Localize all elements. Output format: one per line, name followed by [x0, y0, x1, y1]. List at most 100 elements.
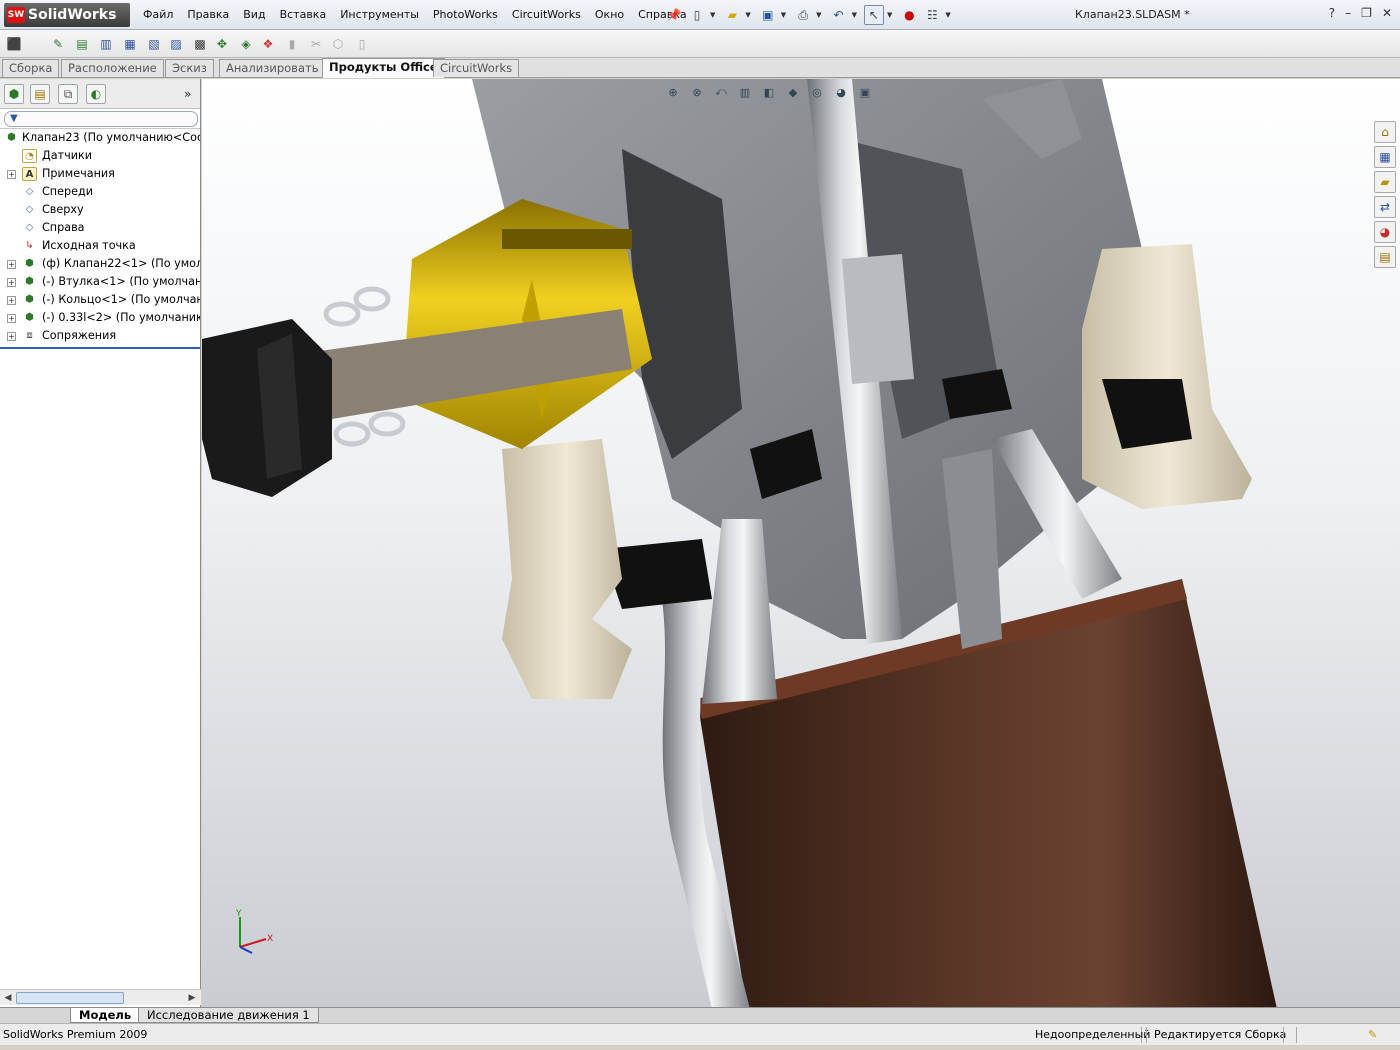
menu-edit[interactable]: Правка: [180, 8, 236, 21]
tab-office-products[interactable]: Продукты Office: [322, 58, 445, 78]
expand-toggle-icon[interactable]: +: [7, 278, 16, 287]
new-assembly-icon[interactable]: ▦: [120, 34, 140, 54]
tab-model[interactable]: Модель: [70, 1008, 141, 1023]
tree-item-component-koltso[interactable]: + ⬢ (-) Кольцо<1> (По умолчанию): [0, 291, 200, 309]
tree-root-assembly[interactable]: ⬢ Клапан23 (По умолчанию<Состоя: [0, 129, 200, 147]
restore-button[interactable]: ❐: [1361, 6, 1372, 20]
menu-photoworks[interactable]: PhotoWorks: [426, 8, 505, 21]
section-view-icon[interactable]: ▥: [736, 83, 754, 101]
menu-tools[interactable]: Инструменты: [333, 8, 426, 21]
print-dropdown-icon[interactable]: ▼: [816, 11, 821, 19]
select-cursor-icon[interactable]: ↖: [863, 5, 884, 25]
model-render[interactable]: [202, 79, 1400, 1007]
file-explorer-icon[interactable]: ▰: [1374, 171, 1396, 193]
display-style-icon[interactable]: ◆: [784, 83, 802, 101]
show-hidden-icon[interactable]: ◈: [236, 34, 256, 54]
expand-toggle-icon[interactable]: +: [7, 170, 16, 179]
property-manager-icon[interactable]: ▤: [30, 84, 50, 104]
zoom-to-fit-icon[interactable]: ⊕: [664, 83, 682, 101]
edit-component-icon[interactable]: ✎: [48, 34, 68, 54]
tab-layout[interactable]: Расположение: [61, 59, 164, 77]
view-orientation-icon[interactable]: ◧: [760, 83, 778, 101]
tree-horizontal-scrollbar[interactable]: ◀ ▶: [0, 989, 201, 1005]
tree-item-component-vtulka[interactable]: + ⬢ (-) Втулка<1> (По умолчанию): [0, 273, 200, 291]
mate-icon[interactable]: ▧: [144, 34, 164, 54]
assembly-features-icon[interactable]: ❖: [258, 34, 278, 54]
bottle-body[interactable]: [697, 579, 1277, 1007]
plastic-housing-left[interactable]: [502, 439, 632, 699]
tree-item-component-klapan22[interactable]: + ⬢ (ф) Клапан22<1> (По умолчани: [0, 255, 200, 273]
expand-toggle-icon[interactable]: +: [7, 314, 16, 323]
tree-item-origin[interactable]: ↳ Исходная точка: [0, 237, 200, 255]
plastic-housing-right[interactable]: [1082, 244, 1252, 509]
viewport-minimize-button[interactable]: –: [1341, 79, 1347, 80]
menu-file[interactable]: Файл: [136, 8, 180, 21]
display-manager-icon[interactable]: ◐: [86, 84, 106, 104]
close-button[interactable]: ✕: [1382, 6, 1392, 20]
undo-dropdown-icon[interactable]: ▼: [852, 11, 857, 19]
menu-circuitworks[interactable]: CircuitWorks: [505, 8, 588, 21]
apply-scene-icon[interactable]: ▣: [856, 83, 874, 101]
tree-item-mates[interactable]: + ⧈ Сопряжения: [0, 327, 200, 345]
solidworks-menu-icon[interactable]: ⬛: [4, 34, 24, 54]
tree-item-right-plane[interactable]: ◇ Справа: [0, 219, 200, 237]
tree-item-sensors[interactable]: ◔ Датчики: [0, 147, 200, 165]
tree-item-front-plane[interactable]: ◇ Спереди: [0, 183, 200, 201]
tree-item-component-bottle[interactable]: + ⬢ (-) 0.33l<2> (По умолчанию): [0, 309, 200, 327]
select-dropdown-icon[interactable]: ▼: [887, 11, 892, 19]
tooltip-toggle-icon[interactable]: ✎: [1368, 1028, 1377, 1041]
tab-evaluate[interactable]: Анализировать: [219, 59, 326, 77]
new-part-icon[interactable]: ▥: [96, 34, 116, 54]
solidworks-resources-icon[interactable]: ⌂: [1374, 121, 1396, 143]
open-folder-icon[interactable]: ▰: [722, 5, 742, 25]
print-icon[interactable]: ⎙: [793, 5, 813, 25]
menu-insert[interactable]: Вставка: [273, 8, 334, 21]
scroll-left-icon[interactable]: ◀: [1, 991, 15, 1005]
solidworks-logo[interactable]: SW SolidWorks: [4, 3, 130, 27]
scroll-right-icon[interactable]: ▶: [185, 991, 199, 1005]
menu-view[interactable]: Вид: [236, 8, 272, 21]
move-component-icon[interactable]: ✥: [212, 34, 232, 54]
open-dropdown-icon[interactable]: ▼: [745, 11, 750, 19]
options-dropdown-icon[interactable]: ▼: [945, 11, 950, 19]
pin-icon[interactable]: 📌: [664, 5, 684, 25]
filter-icon[interactable]: ▼: [10, 113, 18, 124]
linear-pattern-icon[interactable]: ▨: [166, 34, 186, 54]
undo-icon[interactable]: ↶: [829, 5, 849, 25]
view-palette-icon[interactable]: ⇄: [1374, 196, 1396, 218]
tab-motion-study[interactable]: Исследование движения 1: [138, 1008, 319, 1023]
tree-filter-input[interactable]: ▼: [4, 111, 198, 127]
viewport-restore-button[interactable]: ❐: [1359, 79, 1369, 80]
graphics-viewport[interactable]: ⊕ ⊗ ⤺ ▥ ◧ ◆ ◎ ◕ ▣ – ❐ ✕ ⌂ ▦ ▰ ⇄ ◕ ▤ Y: [202, 79, 1400, 1007]
menu-window[interactable]: Окно: [588, 8, 631, 21]
appearances-scenes-icon[interactable]: ◕: [1374, 221, 1396, 243]
minimize-button[interactable]: –: [1345, 6, 1351, 20]
tab-circuitworks[interactable]: CircuitWorks: [433, 59, 520, 77]
smart-fasteners-icon[interactable]: ▩: [190, 34, 210, 54]
rebuild-traffic-light-icon[interactable]: ●: [899, 5, 919, 25]
configuration-manager-icon[interactable]: ⧉: [58, 84, 78, 104]
new-document-icon[interactable]: ▯: [687, 5, 707, 25]
hide-show-items-icon[interactable]: ◎: [808, 83, 826, 101]
expand-toggle-icon[interactable]: +: [7, 260, 16, 269]
feature-manager-tree-icon[interactable]: ⬢: [4, 84, 24, 104]
previous-view-icon[interactable]: ⤺: [712, 83, 730, 101]
custom-properties-icon[interactable]: ▤: [1374, 246, 1396, 268]
rollback-bar[interactable]: [0, 347, 200, 349]
save-dropdown-icon[interactable]: ▼: [781, 11, 786, 19]
scrollbar-thumb[interactable]: [16, 992, 124, 1004]
new-dropdown-icon[interactable]: ▼: [710, 11, 715, 19]
viewport-close-button[interactable]: ✕: [1381, 79, 1390, 80]
tab-assembly[interactable]: Сборка: [2, 59, 60, 77]
tab-sketch[interactable]: Эскиз: [165, 59, 214, 77]
options-icon[interactable]: ☷: [922, 5, 942, 25]
edit-appearance-icon[interactable]: ◕: [832, 83, 850, 101]
tree-item-annotations[interactable]: + A Примечания: [0, 165, 200, 183]
save-icon[interactable]: ▣: [758, 5, 778, 25]
expand-toggle-icon[interactable]: +: [7, 332, 16, 341]
panel-expand-icon[interactable]: »: [184, 87, 191, 101]
insert-component-icon[interactable]: ▤: [72, 34, 92, 54]
design-library-icon[interactable]: ▦: [1374, 146, 1396, 168]
tree-item-top-plane[interactable]: ◇ Сверху: [0, 201, 200, 219]
expand-toggle-icon[interactable]: +: [7, 296, 16, 305]
